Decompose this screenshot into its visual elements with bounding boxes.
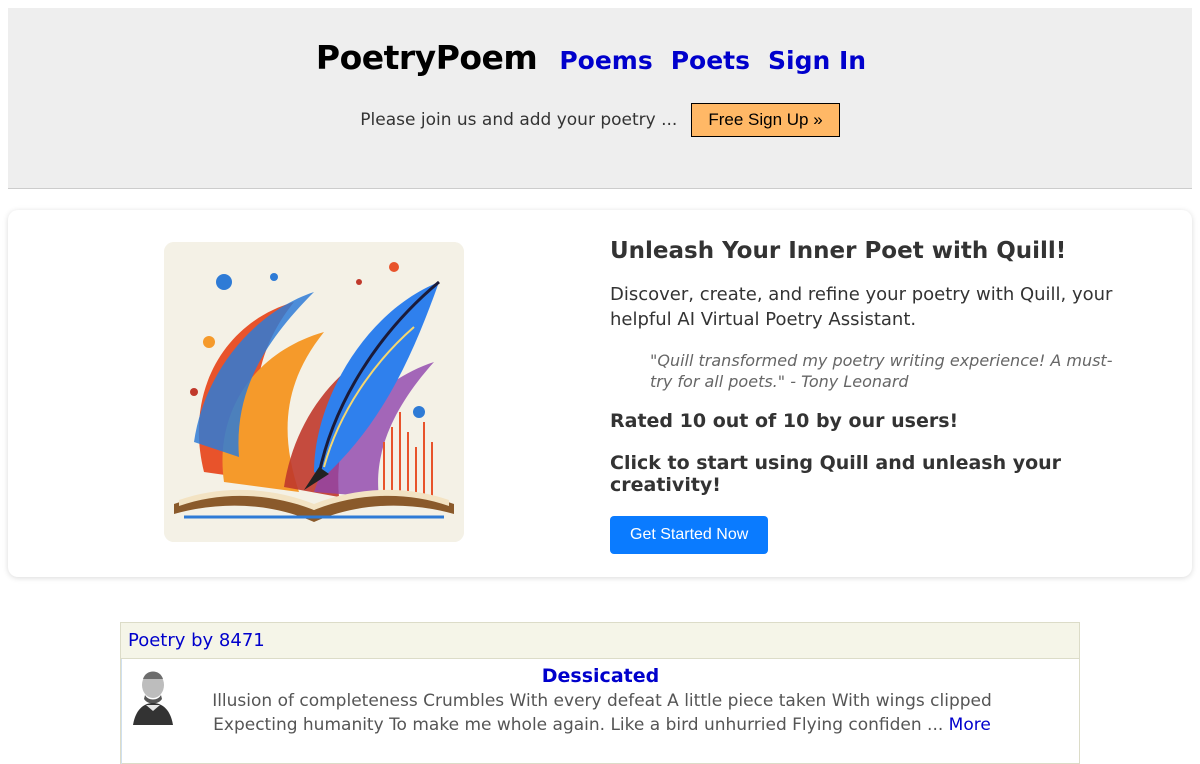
poetry-list: Poetry by 8471 Dessicated Illusion of co… <box>120 622 1080 764</box>
quill-book-illustration <box>164 242 464 542</box>
free-signup-button[interactable]: Free Sign Up » <box>691 103 840 137</box>
join-text: Please join us and add your poetry ... <box>360 110 678 130</box>
quill-book-icon <box>164 242 464 542</box>
poem-title[interactable]: Dessicated <box>122 665 1079 687</box>
promo-text: Unleash Your Inner Poet with Quill! Disc… <box>610 238 1130 554</box>
join-row: Please join us and add your poetry ... F… <box>8 103 1192 137</box>
nav-poems[interactable]: Poems <box>559 46 652 75</box>
poem-more-link[interactable]: More <box>949 715 991 735</box>
poem-excerpt: Illusion of completeness Crumbles With e… <box>192 689 1012 737</box>
promo-title: Unleash Your Inner Poet with Quill! <box>610 238 1067 264</box>
get-started-button[interactable]: Get Started Now <box>610 516 769 554</box>
promo-rating: Rated 10 out of 10 by our users! <box>610 410 959 432</box>
nav-poets[interactable]: Poets <box>671 46 750 75</box>
site-logo[interactable]: PoetryPoem <box>316 38 538 77</box>
promo-testimonial: "Quill transformed my poetry writing exp… <box>650 351 1113 391</box>
promo-cta-text: Click to start using Quill and unleash y… <box>610 452 1062 496</box>
poetry-list-heading[interactable]: Poetry by 8471 <box>121 623 1079 659</box>
nav-sign-in[interactable]: Sign In <box>768 46 866 75</box>
quill-promo-card: Unleash Your Inner Poet with Quill! Disc… <box>8 210 1192 577</box>
poem-excerpt-text: Illusion of completeness Crumbles With e… <box>212 691 992 735</box>
promo-description: Discover, create, and refine your poetry… <box>610 284 1113 330</box>
brand-nav-row: PoetryPoem Poems Poets Sign In <box>8 38 1192 77</box>
poem-list-item: Dessicated Illusion of completeness Crum… <box>121 659 1079 764</box>
site-header: PoetryPoem Poems Poets Sign In Please jo… <box>8 8 1192 189</box>
